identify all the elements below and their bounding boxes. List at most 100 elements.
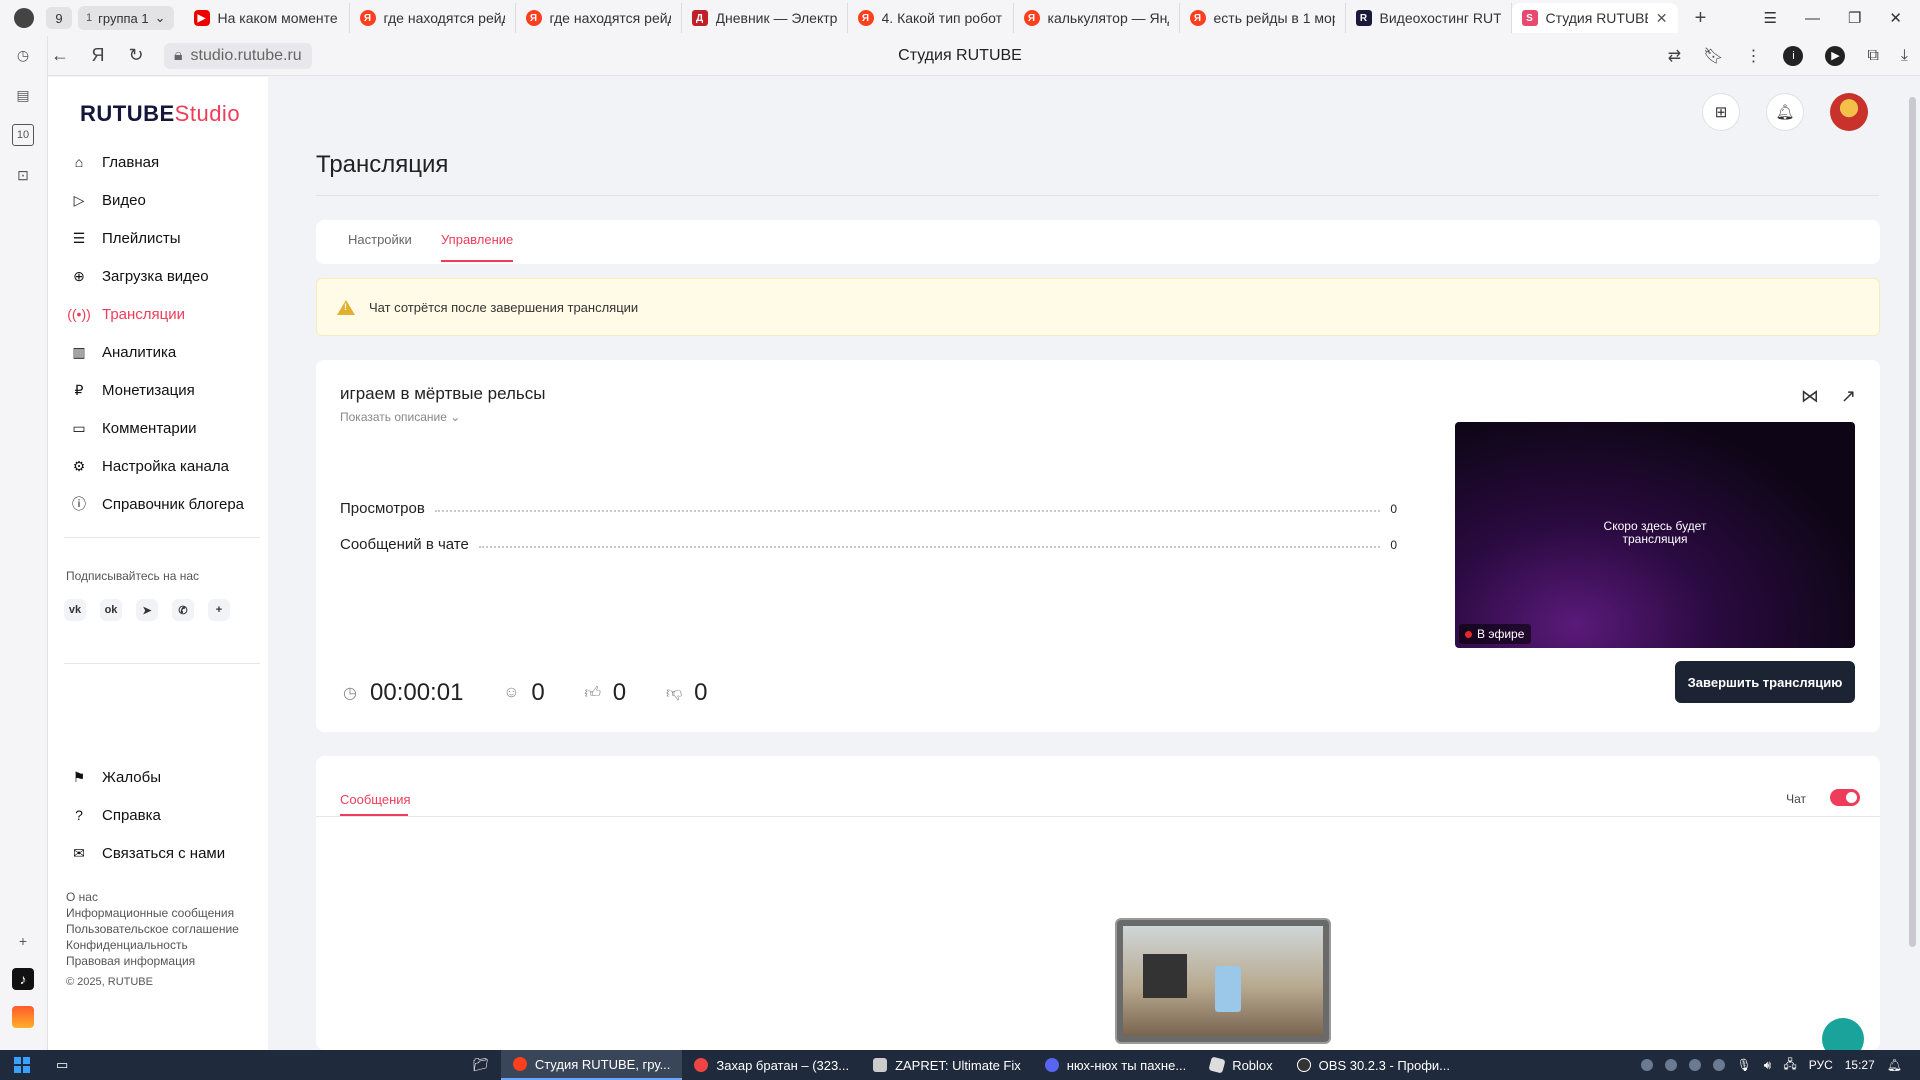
footer-link[interactable]: О нас (66, 889, 239, 905)
taskbar-item-discord[interactable]: нюх-нюх ты пахне... (1033, 1050, 1198, 1080)
tab-group[interactable]: 1 группа 1 ⌄ (78, 6, 174, 30)
footer-link[interactable]: Конфиденциальность (66, 937, 239, 953)
taskbar-item-chrome[interactable]: Захар братан – (323... (682, 1050, 861, 1080)
tray-icon[interactable] (1712, 1059, 1725, 1071)
menu-icon[interactable]: ☰ (1764, 9, 1777, 27)
plus-icon[interactable]: + (208, 599, 230, 621)
browser-tab-active[interactable]: S Студия RUTUBE ✕ (1511, 3, 1678, 33)
browser-tab[interactable]: Я 4. Какой тип робот (848, 3, 1014, 33)
browser-tab[interactable]: ▶ На каком моменте (184, 3, 350, 33)
minimize-icon[interactable]: — (1805, 10, 1820, 27)
browser-tab[interactable]: Ягде находятся рейд (350, 3, 516, 33)
subscribe-label: Подписывайтесь на нас (66, 569, 200, 583)
taskbar-item-zapret[interactable]: ZAPRET: Ultimate Fix (861, 1050, 1033, 1080)
sidebar-item-monetization[interactable]: ₽ Монетизация (64, 371, 254, 409)
end-stream-button[interactable]: Завершить трансляцию (1675, 661, 1855, 703)
obs-icon (1296, 1058, 1311, 1072)
volume-icon[interactable]: 🔊︎ (1764, 1058, 1772, 1073)
sidebar-item-complaints[interactable]: ⚑ Жалобы (64, 758, 254, 796)
sidebar-item-upload[interactable]: ⊕ Загрузка видео (64, 257, 254, 295)
new-tab-button[interactable]: + (1688, 5, 1714, 31)
footer-link[interactable]: Правовая информация (66, 953, 239, 969)
tab-label: где находятся рейд (383, 10, 505, 26)
taskbar-item-browser[interactable]: Студия RUTUBE, гру... (500, 1050, 683, 1080)
stream-preview[interactable]: Скоро здесь будет трансляция В эфире (1455, 422, 1855, 648)
file-explorer-icon[interactable]: 📁︎ (460, 1050, 501, 1080)
clock[interactable]: 15:27 (1845, 1058, 1875, 1072)
tab-count-badge[interactable]: 9 (46, 7, 72, 29)
browser-tab[interactable]: R Видеохостинг RUT (1346, 3, 1512, 33)
browser-tab[interactable]: Яесть рейды в 1 мор (1180, 3, 1346, 33)
sidebar-item-home[interactable]: ⌂ Главная (64, 143, 254, 181)
notifications-button[interactable]: 🔔︎ (1766, 93, 1804, 131)
video-icon: ▷ (73, 191, 85, 208)
sidebar-item-broadcasts[interactable]: ((•)) Трансляции (64, 295, 254, 333)
network-icon[interactable]: 🖧︎ (1783, 1055, 1796, 1076)
browser-tab[interactable]: Д Дневник — Электр (682, 3, 848, 33)
notification-icon[interactable]: 🔔︎ (1887, 1058, 1902, 1072)
sidebar-item-playlists[interactable]: ☰ Плейлисты (64, 219, 254, 257)
show-description-link[interactable]: Показать описание ⌄ (340, 410, 460, 424)
tab-messages[interactable]: Сообщения (340, 792, 411, 807)
sidebar-item-video[interactable]: ▷ Видео (64, 181, 254, 219)
yandex-home-icon[interactable]: Я (86, 44, 110, 68)
broadcast-icon: ((•)) (67, 306, 91, 322)
browser-tab[interactable]: Якалькулятор — Янд (1014, 3, 1180, 33)
vk-icon[interactable]: vk (64, 599, 86, 621)
url-field[interactable]: 🔒︎ studio.rutube.ru (164, 42, 312, 69)
tray-icon[interactable] (1664, 1059, 1677, 1071)
ok-icon[interactable]: ok (100, 599, 122, 621)
sidebar-item-help[interactable]: ? Справка (64, 796, 254, 834)
scrollbar-thumb[interactable] (1909, 97, 1916, 947)
add-content-button[interactable]: ⊞ (1702, 93, 1740, 131)
page-scrollbar[interactable] (1904, 77, 1920, 1050)
restore-icon[interactable]: ❐ (1848, 9, 1861, 27)
language-indicator[interactable]: РУС (1809, 1058, 1833, 1072)
screenshot-icon[interactable]: ⊡ (12, 164, 34, 186)
add-sidebar-icon[interactable]: + (12, 930, 34, 952)
taskbar-window-preview[interactable] (1115, 918, 1331, 1044)
close-icon[interactable]: ✕ (1656, 10, 1668, 27)
download-icon[interactable]: ⤓ (1901, 47, 1908, 65)
media-icon[interactable]: ▶ (1825, 45, 1846, 66)
os-taskbar: ▭ 📁︎ Студия RUTUBE, гру... Захар братан … (0, 1050, 1920, 1080)
more-icon[interactable]: ⋮ (1745, 46, 1761, 66)
footer-link[interactable]: Информационные сообщения (66, 905, 239, 921)
windows-start-icon[interactable] (14, 1057, 30, 1073)
viber-icon[interactable]: ✆ (172, 599, 194, 621)
translate-icon[interactable]: ⇄ (1668, 46, 1681, 66)
task-view-icon[interactable]: ▭ (44, 1050, 80, 1080)
tray-icon[interactable] (1640, 1059, 1653, 1071)
bookmark-icon[interactable]: 🔖︎ (1703, 46, 1723, 66)
history-icon[interactable]: ◷ (12, 44, 34, 66)
microphone-icon[interactable]: 🎙︎ (1737, 1058, 1752, 1072)
rutube-studio-logo[interactable]: RUTUBEStudio (80, 101, 240, 127)
app-icon[interactable] (12, 1006, 34, 1028)
tab-management[interactable]: Управление (441, 232, 513, 247)
sidebar-item-analytics[interactable]: ▥ Аналитика (64, 333, 254, 371)
telegram-icon[interactable]: ➤ (136, 599, 158, 621)
tab-settings[interactable]: Настройки (348, 232, 412, 247)
sidebar-item-blogger-guide[interactable]: ⓘ Справочник блогера (64, 485, 254, 523)
close-window-icon[interactable]: ✕ (1889, 9, 1902, 27)
calendar-icon[interactable]: 10 (12, 124, 34, 146)
collections-icon[interactable]: ▤ (12, 84, 34, 106)
avatar[interactable] (1830, 93, 1868, 131)
footer-link[interactable]: Пользовательское соглашение (66, 921, 239, 937)
extension-icon[interactable]: i (1783, 45, 1804, 66)
sidebar-item-channel-settings[interactable]: ⚙ Настройка канала (64, 447, 254, 485)
back-icon[interactable]: ← (48, 44, 72, 68)
tiktok-icon[interactable]: ♪ (12, 968, 34, 990)
taskbar-item-roblox[interactable]: Roblox (1198, 1050, 1284, 1080)
extensions-icon[interactable]: ⧉ (1867, 47, 1878, 65)
reload-icon[interactable]: ↻ (124, 44, 148, 68)
chat-toggle[interactable] (1830, 789, 1860, 806)
share-icon[interactable]: ⋈ (1801, 386, 1819, 407)
sidebar-item-comments[interactable]: ▭ Комментарии (64, 409, 254, 447)
tray-icon[interactable] (1688, 1059, 1701, 1071)
sidebar-item-contact[interactable]: ✉ Связаться с нами (64, 834, 254, 872)
browser-tab[interactable]: Ягде находятся рейд (516, 3, 682, 33)
external-link-icon[interactable]: ↗ (1841, 386, 1856, 407)
browser-profile-icon[interactable] (14, 8, 34, 28)
taskbar-item-obs[interactable]: OBS 30.2.3 - Профи... (1285, 1050, 1462, 1080)
